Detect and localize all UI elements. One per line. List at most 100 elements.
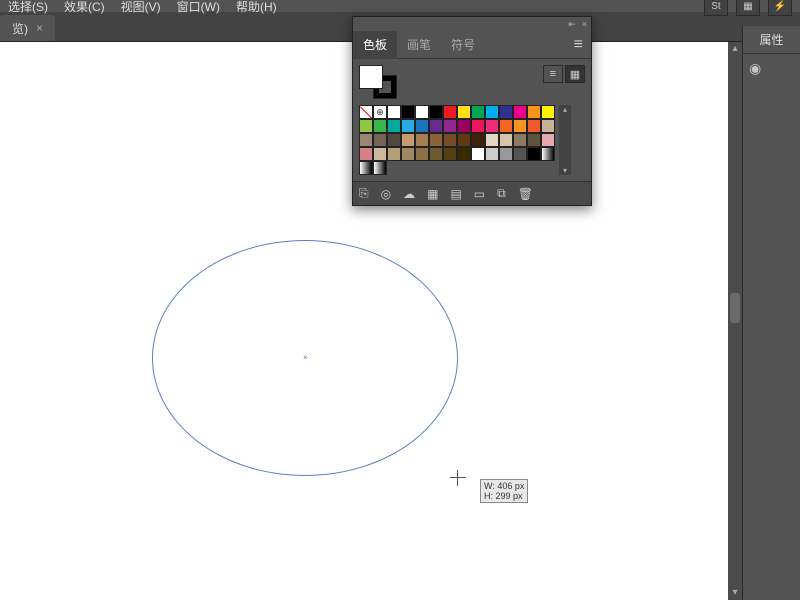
panel-titlebar[interactable]: ⇤ × bbox=[353, 17, 591, 31]
swatch[interactable] bbox=[415, 105, 429, 119]
swatch[interactable] bbox=[499, 105, 513, 119]
swatch[interactable] bbox=[527, 119, 541, 133]
swatch[interactable] bbox=[429, 119, 443, 133]
swatch[interactable] bbox=[387, 133, 401, 147]
ellipse-center-mark: × bbox=[303, 356, 307, 360]
swatch[interactable] bbox=[443, 133, 457, 147]
swatch[interactable] bbox=[527, 147, 541, 161]
swatch[interactable] bbox=[429, 105, 443, 119]
swatch[interactable] bbox=[429, 147, 443, 161]
swatch[interactable] bbox=[415, 133, 429, 147]
swatch[interactable] bbox=[387, 105, 401, 119]
swatch[interactable] bbox=[387, 119, 401, 133]
gpu-icon[interactable]: ⚡ bbox=[768, 0, 792, 16]
swatch[interactable] bbox=[401, 147, 415, 161]
swatch-grid: ⊕ bbox=[359, 105, 555, 175]
menu-bar: 选择(S) 效果(C) 视图(V) 窗口(W) 帮助(H) St ▦ ⚡ bbox=[0, 0, 800, 12]
gradient-swatch[interactable] bbox=[373, 161, 387, 175]
swatch[interactable] bbox=[541, 119, 555, 133]
swatch[interactable]: ⊕ bbox=[373, 105, 387, 119]
panel-footer-icon-0[interactable]: ⎘ bbox=[359, 186, 369, 201]
swatch[interactable] bbox=[387, 147, 401, 161]
panel-footer-icon-4[interactable]: ▤ bbox=[450, 187, 461, 201]
tab-brushes[interactable]: 画笔 bbox=[397, 31, 441, 59]
swatch[interactable] bbox=[499, 133, 513, 147]
panel-collapse-icon[interactable]: ⇤ bbox=[568, 19, 576, 30]
swatch[interactable] bbox=[485, 119, 499, 133]
swatch[interactable] bbox=[443, 105, 457, 119]
fill-swatch[interactable] bbox=[359, 65, 383, 89]
swatch[interactable] bbox=[527, 105, 541, 119]
swatch[interactable] bbox=[443, 147, 457, 161]
swatch[interactable] bbox=[499, 119, 513, 133]
swatch[interactable] bbox=[485, 147, 499, 161]
swatch[interactable] bbox=[513, 133, 527, 147]
panel-body: ≡ ▦ ⊕ ▴▾ bbox=[353, 59, 591, 181]
panel-footer-icon-3[interactable]: ▦ bbox=[427, 187, 438, 201]
swatch[interactable] bbox=[541, 133, 555, 147]
scroll-down-icon[interactable]: ▾ bbox=[728, 586, 742, 600]
panel-footer-icon-6[interactable]: ⧉ bbox=[497, 186, 506, 201]
swatch[interactable] bbox=[359, 133, 373, 147]
swatch[interactable] bbox=[457, 119, 471, 133]
swatch[interactable] bbox=[443, 119, 457, 133]
swatch[interactable] bbox=[457, 147, 471, 161]
menu-window[interactable]: 窗口(W) bbox=[177, 0, 220, 15]
arrange-icon[interactable]: ▦ bbox=[736, 0, 760, 16]
swatch[interactable] bbox=[485, 133, 499, 147]
scroll-thumb[interactable] bbox=[730, 293, 740, 323]
panel-footer-icon-5[interactable]: ▭ bbox=[474, 187, 485, 201]
menu-select[interactable]: 选择(S) bbox=[8, 0, 48, 15]
stock-icon[interactable]: St bbox=[704, 0, 728, 16]
menu-view[interactable]: 视图(V) bbox=[121, 0, 161, 15]
swatch-scrollbar[interactable]: ▴▾ bbox=[559, 105, 571, 175]
swatch[interactable] bbox=[471, 133, 485, 147]
swatch[interactable] bbox=[541, 105, 555, 119]
vertical-scrollbar[interactable]: ▴ ▾ bbox=[728, 42, 742, 600]
tab-label: 览) bbox=[12, 20, 28, 37]
swatch[interactable] bbox=[415, 147, 429, 161]
swatch[interactable] bbox=[401, 105, 415, 119]
dimension-tooltip: W: 406 px H: 299 px bbox=[480, 479, 528, 503]
tab-swatches[interactable]: 色板 bbox=[353, 31, 397, 59]
list-view-button[interactable]: ≡ bbox=[543, 65, 563, 83]
swatch[interactable] bbox=[359, 119, 373, 133]
menu-effect[interactable]: 效果(C) bbox=[64, 0, 105, 15]
grid-view-button[interactable]: ▦ bbox=[565, 65, 585, 83]
swatch[interactable] bbox=[373, 147, 387, 161]
swatch[interactable] bbox=[401, 119, 415, 133]
tab-symbols[interactable]: 符号 bbox=[441, 31, 485, 59]
swatch[interactable] bbox=[485, 105, 499, 119]
panel-footer-icon-2[interactable]: ☁ bbox=[403, 187, 415, 201]
swatch[interactable] bbox=[401, 133, 415, 147]
panel-footer-icon-1[interactable]: ◎ bbox=[381, 187, 391, 201]
swatch[interactable] bbox=[359, 105, 373, 119]
swatch[interactable] bbox=[513, 147, 527, 161]
swatch[interactable] bbox=[513, 119, 527, 133]
gradient-swatch[interactable] bbox=[541, 147, 555, 161]
swatch[interactable] bbox=[429, 133, 443, 147]
swatch[interactable] bbox=[499, 147, 513, 161]
swatch[interactable] bbox=[457, 133, 471, 147]
scroll-up-icon[interactable]: ▴ bbox=[728, 42, 742, 56]
swatch[interactable] bbox=[513, 105, 527, 119]
swatch[interactable] bbox=[471, 119, 485, 133]
tab-close-icon[interactable]: × bbox=[36, 21, 43, 35]
swatch[interactable] bbox=[359, 147, 373, 161]
layer-visibility-row[interactable]: ◉ bbox=[743, 54, 800, 82]
fill-stroke-indicator[interactable]: ≡ ▦ bbox=[359, 65, 585, 99]
panel-close-icon[interactable]: × bbox=[582, 19, 587, 29]
gradient-swatch[interactable] bbox=[359, 161, 373, 175]
document-tab[interactable]: 览) × bbox=[0, 15, 55, 41]
swatch[interactable] bbox=[471, 147, 485, 161]
swatch[interactable] bbox=[373, 133, 387, 147]
menu-help[interactable]: 帮助(H) bbox=[236, 0, 277, 15]
swatch[interactable] bbox=[415, 119, 429, 133]
swatch[interactable] bbox=[457, 105, 471, 119]
swatch[interactable] bbox=[527, 133, 541, 147]
swatch[interactable] bbox=[373, 119, 387, 133]
swatch[interactable] bbox=[471, 105, 485, 119]
panel-footer-icon-7[interactable]: 🗑 bbox=[518, 187, 533, 201]
eye-icon[interactable]: ◉ bbox=[749, 60, 761, 77]
panel-menu-icon[interactable]: ≡ bbox=[566, 36, 591, 54]
